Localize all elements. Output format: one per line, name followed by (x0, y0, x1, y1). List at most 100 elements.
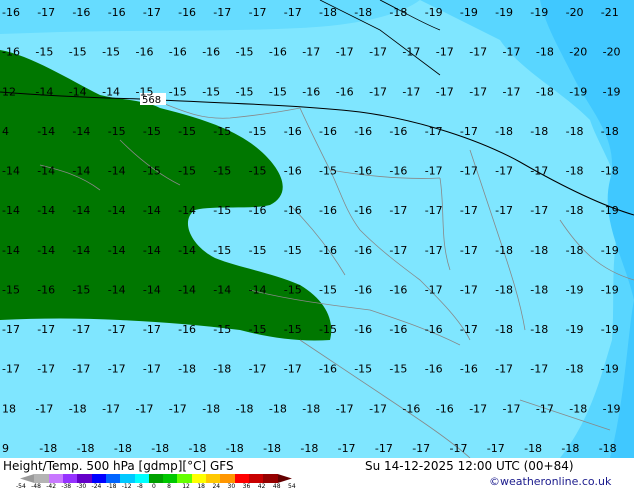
temperature-label: -16 (389, 284, 407, 297)
color-scale-segment (191, 474, 207, 483)
temperature-label: -14 (102, 85, 120, 98)
temperature-label: -16 (336, 85, 354, 98)
temperature-label: -14 (72, 204, 90, 217)
temperature-label: -17 (530, 165, 548, 178)
temperature-label: -19 (566, 323, 584, 336)
temperature-label: -18 (213, 363, 231, 376)
temperature-label: -18 (269, 402, 287, 415)
color-scale-segment (249, 474, 264, 483)
temperature-label: -18 (536, 46, 554, 59)
temperature-label: -18 (566, 165, 584, 178)
temperature-label: -15 (249, 323, 267, 336)
temperature-label: -18 (566, 125, 584, 138)
color-scale-segment (148, 474, 164, 483)
temperature-label: -18 (495, 125, 513, 138)
temperature-label: 18 (2, 402, 16, 415)
temperature-label: -14 (178, 204, 196, 217)
temperature-label: -18 (114, 442, 132, 455)
temperature-label: -14 (249, 284, 267, 297)
temperature-label: -18 (202, 402, 220, 415)
map-title: Height/Temp. 500 hPa [gdmp][°C] GFS (3, 459, 234, 473)
temperature-label: -17 (35, 402, 53, 415)
temperature-label: -14 (2, 244, 20, 257)
temperature-label: -19 (601, 323, 619, 336)
temperature-label: -17 (336, 46, 354, 59)
temperature-label: -17 (425, 125, 443, 138)
temperature-label: -17 (495, 363, 513, 376)
temperature-label: -18 (495, 284, 513, 297)
temperature-label: -17 (425, 244, 443, 257)
temperature-label: -19 (603, 402, 621, 415)
temperature-label: -17 (469, 85, 487, 98)
temperature-label: -19 (603, 85, 621, 98)
temperature-label: -18 (524, 442, 542, 455)
color-scale-tick-label: -24 (91, 483, 102, 490)
temperature-label: -15 (236, 85, 254, 98)
temperature-label: 9 (2, 442, 9, 455)
temperature-label: -17 (2, 363, 20, 376)
color-scale-tick-label: 42 (257, 483, 266, 490)
temperature-label: -18 (39, 442, 57, 455)
color-scale-segment (177, 474, 192, 483)
temperature-label: -18 (77, 442, 95, 455)
temperature-label: -15 (389, 363, 407, 376)
temperature-label: -14 (213, 284, 231, 297)
temperature-label: -20 (569, 46, 587, 59)
temperature-label: -18 (566, 204, 584, 217)
temperature-label: -15 (354, 363, 372, 376)
temperature-label: -18 (178, 363, 196, 376)
temperature-label: -17 (2, 323, 20, 336)
temperature-label: -18 (569, 402, 587, 415)
color-scale-tick-label: 24 (212, 483, 221, 490)
temperature-label: -18 (495, 323, 513, 336)
temperature-label: -17 (460, 323, 478, 336)
color-scale-tick-label: -54 (16, 483, 26, 490)
temperature-label: -16 (269, 46, 287, 59)
temperature-label: -14 (178, 244, 196, 257)
temperature-label: -14 (72, 165, 90, 178)
temperature-label: -17 (169, 402, 187, 415)
temperature-label: -16 (178, 6, 196, 19)
temperature-label: -18 (354, 6, 372, 19)
temperature-label: -18 (561, 442, 579, 455)
temperature-label: -16 (284, 204, 302, 217)
temperature-label: -14 (143, 284, 161, 297)
temperature-label: -15 (249, 125, 267, 138)
temperature-label: -15 (202, 85, 220, 98)
temperature-label: -16 (436, 402, 454, 415)
temperature-label: -17 (460, 244, 478, 257)
temperature-label: -17 (436, 85, 454, 98)
temperature-label: -17 (108, 363, 126, 376)
temperature-label: -17 (487, 442, 505, 455)
temperature-label: -18 (319, 6, 337, 19)
temperature-label: -15 (102, 46, 120, 59)
color-scale-segment (34, 474, 49, 483)
temperature-label: -17 (503, 85, 521, 98)
temperature-label: -18 (599, 442, 617, 455)
temperature-label: -16 (72, 6, 90, 19)
temperature-label: -17 (503, 402, 521, 415)
temperature-label: -16 (354, 204, 372, 217)
temperature-label: -14 (108, 204, 126, 217)
temperature-label: -14 (2, 165, 20, 178)
temperature-label: -17 (143, 6, 161, 19)
temperature-label: -17 (536, 402, 554, 415)
temperature-label: -17 (72, 323, 90, 336)
color-scale-tick-label: 0 (152, 483, 156, 490)
temperature-label: -15 (213, 204, 231, 217)
temperature-label: -15 (143, 165, 161, 178)
temperature-label: -17 (495, 204, 513, 217)
temperature-label: -14 (143, 204, 161, 217)
temperature-label: -17 (37, 6, 55, 19)
temperature-label: -17 (425, 284, 443, 297)
map-canvas: 568 -16 -17 -16 -16 -17 -16 -17 -17 -17 -18 -18 -18… (0, 0, 634, 458)
color-scale-tick-label: -12 (121, 483, 132, 490)
temperature-label: -17 (284, 6, 302, 19)
credit-link[interactable]: ©weatheronline.co.uk (489, 475, 611, 488)
temperature-label: -19 (569, 85, 587, 98)
temperature-label: -14 (72, 244, 90, 257)
temperature-label: -14 (108, 284, 126, 297)
color-scale-segment (20, 474, 35, 483)
temperature-label: -16 (354, 323, 372, 336)
temperature-label: -16 (354, 244, 372, 257)
